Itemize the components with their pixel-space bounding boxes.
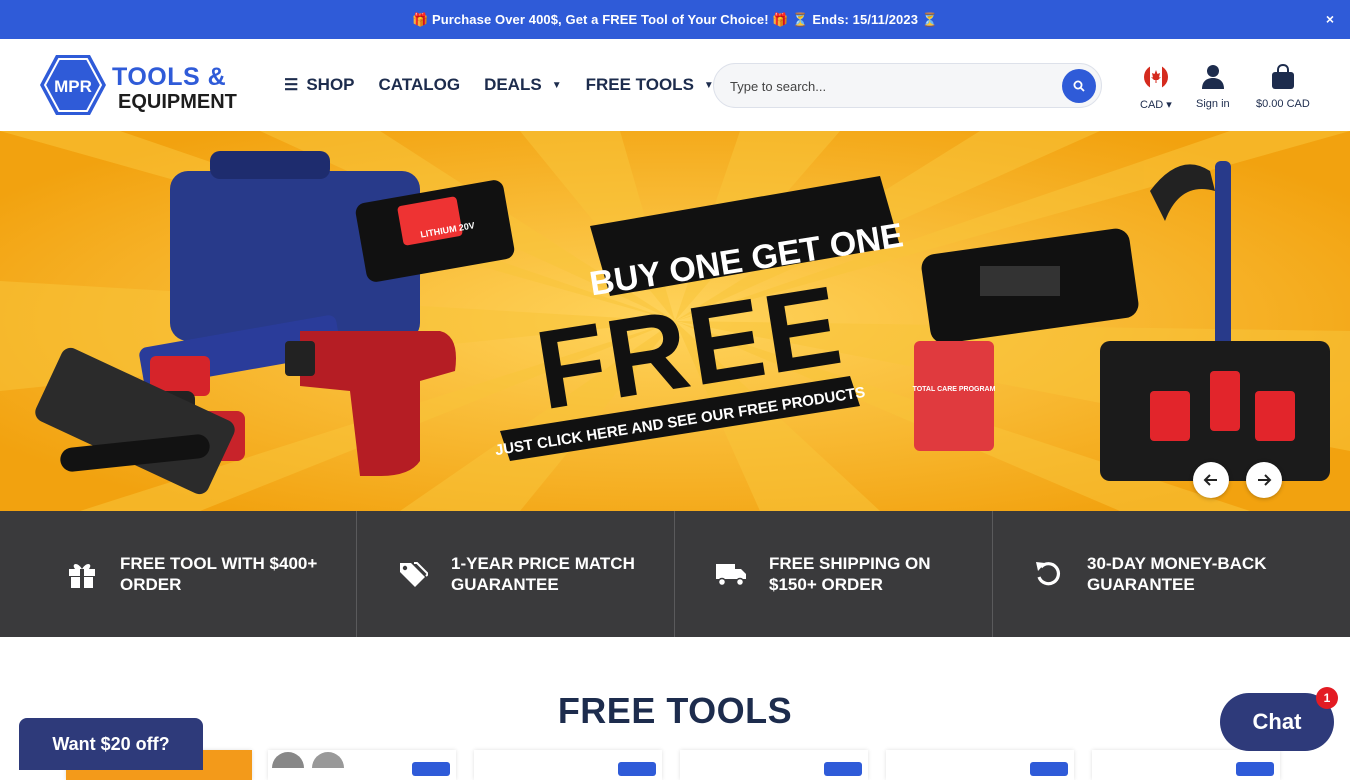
search-bar <box>713 63 1102 108</box>
arrow-right-icon <box>1258 474 1272 486</box>
features-bar: FREE TOOL WITH $400+ ORDER 1-YEAR PRICE … <box>0 511 1350 637</box>
care-program-text: TOTAL CARE PROGRAM <box>913 386 996 393</box>
undo-icon <box>1036 562 1061 586</box>
search-button[interactable] <box>1062 69 1096 103</box>
nav-shop-label: SHOP <box>306 75 355 94</box>
grease-pump-image <box>1215 161 1231 351</box>
currency-selector[interactable]: CAD ▾ <box>1140 62 1172 111</box>
sale-badge <box>412 762 450 776</box>
feature-free-shipping-text: FREE SHIPPING ON $150+ ORDER <box>769 554 931 594</box>
care-program-card-image <box>914 341 994 451</box>
truck-icon <box>716 564 746 587</box>
chevron-down-icon: ▼ <box>551 79 562 91</box>
product-card[interactable] <box>474 750 662 780</box>
cart-link[interactable]: $0.00 CAD <box>1256 62 1310 110</box>
site-header: MPR TOOLS & EQUIPMENT ☰ SHOP CATALOG DEA… <box>0 39 1350 131</box>
feature-price-match: 1-YEAR PRICE MATCH GUARANTEE <box>357 511 675 637</box>
feature-free-tool: FREE TOOL WITH $400+ ORDER <box>0 511 357 637</box>
user-icon <box>1201 65 1224 89</box>
shopping-bag-icon <box>1271 64 1294 89</box>
gift-icon <box>69 564 95 588</box>
nav-deals[interactable]: DEALS ▼ <box>484 75 562 95</box>
main-nav: ☰ SHOP CATALOG DEALS ▼ FREE TOOLS ▼ <box>284 74 738 96</box>
feature-free-shipping: FREE SHIPPING ON $150+ ORDER <box>675 511 993 637</box>
chat-label: Chat <box>1252 709 1302 734</box>
feature-money-back-text: 30-DAY MONEY-BACK GUARANTEE <box>1087 554 1267 594</box>
account-label: Sign in <box>1196 98 1230 110</box>
sale-badge <box>618 762 656 776</box>
nav-catalog[interactable]: CATALOG <box>379 75 461 95</box>
caret-down-icon: ▾ <box>1166 99 1172 111</box>
nav-free-tools-label: FREE TOOLS <box>585 75 694 94</box>
chat-button[interactable]: Chat 1 <box>1220 687 1338 751</box>
announcement-text: 🎁 Purchase Over 400$, Get a FREE Tool of… <box>411 11 939 27</box>
feature-free-tool-text: FREE TOOL WITH $400+ ORDER <box>120 554 318 594</box>
slide-prev-button[interactable] <box>1193 462 1229 498</box>
search-icon <box>1073 80 1085 92</box>
nav-shop[interactable]: ☰ SHOP <box>284 75 355 95</box>
sale-badge <box>1236 762 1274 776</box>
nav-deals-label: DEALS <box>484 75 542 94</box>
sale-badge <box>824 762 862 776</box>
product-card[interactable] <box>268 750 456 780</box>
feature-money-back: 30-DAY MONEY-BACK GUARANTEE <box>993 511 1350 637</box>
cart-total: $0.00 CAD <box>1256 98 1310 110</box>
logo-mpr-text: MPR <box>54 77 92 96</box>
search-input[interactable] <box>730 76 1050 96</box>
logo-line2-text: EQUIPMENT <box>118 91 237 113</box>
canada-flag-icon <box>1143 65 1168 89</box>
logo-line1-text: TOOLS & <box>112 63 226 91</box>
hero-artwork: LITHIUM 20V BUY ONE GET ONE FREE JUST CL… <box>0 131 1350 511</box>
arrow-left-icon <box>1203 474 1217 486</box>
slide-next-button[interactable] <box>1246 462 1282 498</box>
feature-price-match-text: 1-YEAR PRICE MATCH GUARANTEE <box>451 554 635 594</box>
close-announcement-button[interactable]: × <box>1322 11 1338 27</box>
discount-popup-button[interactable]: Want $20 off? <box>19 718 203 770</box>
nav-free-tools[interactable]: FREE TOOLS ▼ <box>586 75 714 95</box>
product-card[interactable] <box>1092 750 1280 780</box>
site-logo[interactable]: MPR TOOLS & EQUIPMENT <box>40 53 242 117</box>
product-card[interactable] <box>680 750 868 780</box>
nav-catalog-label: CATALOG <box>378 75 461 94</box>
chat-notification-badge: 1 <box>1316 687 1338 709</box>
product-card[interactable] <box>886 750 1074 780</box>
menu-icon: ☰ <box>284 77 299 94</box>
currency-label: CAD <box>1140 99 1164 111</box>
account-link[interactable]: Sign in <box>1196 62 1230 110</box>
sale-badge <box>1030 762 1068 776</box>
tags-icon <box>400 562 428 587</box>
announcement-bar: 🎁 Purchase Over 400$, Get a FREE Tool of… <box>0 0 1350 39</box>
hero-banner[interactable]: LITHIUM 20V BUY ONE GET ONE FREE JUST CL… <box>0 131 1350 511</box>
